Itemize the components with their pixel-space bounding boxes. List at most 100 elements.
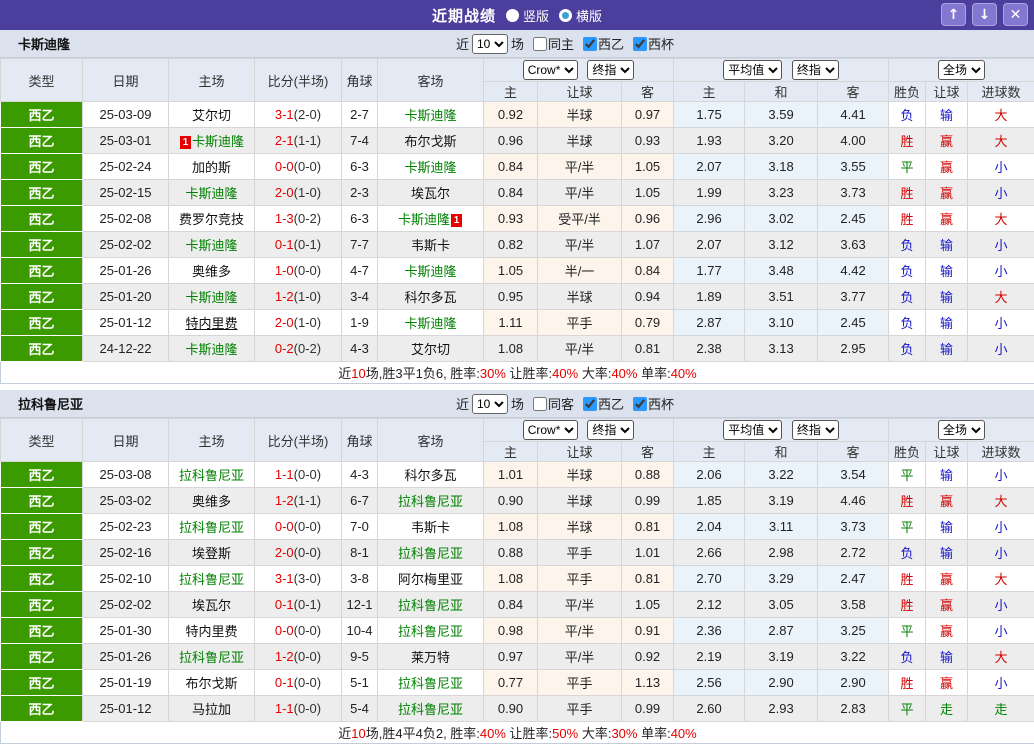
layout-radio-horizontal[interactable]: 横版	[559, 6, 602, 25]
score-cell: 2-0(1-0)	[255, 180, 342, 206]
match-count-select[interactable]: 10	[472, 34, 508, 54]
euro-odds-source-select[interactable]: 平均值	[723, 60, 782, 80]
page-title: 近期战绩	[432, 5, 496, 26]
away-team-name[interactable]: 卡斯迪隆	[404, 108, 456, 123]
match-row: 西乙25-02-10拉科鲁尼亚3-1(3-0)3-8阿尔梅里亚1.08平手0.8…	[1, 566, 1034, 592]
handicap-result-cell: 输	[926, 644, 968, 670]
matches-body: 西乙25-03-08拉科鲁尼亚1-1(0-0)4-3科尔多瓦1.01半球0.88…	[1, 462, 1034, 722]
same-venue-option[interactable]: 同主	[527, 34, 574, 53]
goals-result-cell: 大	[968, 488, 1034, 514]
cup-option[interactable]: 西杯	[627, 34, 674, 53]
euro-draw-odds-cell: 3.48	[745, 258, 818, 284]
asian-odds-time-select[interactable]: 终指	[587, 420, 634, 440]
cup-checkbox[interactable]	[633, 397, 647, 411]
away-team-name[interactable]: 布尔戈斯	[404, 134, 456, 149]
league-option[interactable]: 西乙	[577, 34, 624, 53]
scope-select[interactable]: 全场	[938, 60, 985, 80]
date-cell: 25-02-02	[83, 232, 169, 258]
same-venue-option[interactable]: 同客	[527, 394, 574, 413]
same-venue-checkbox[interactable]	[533, 37, 547, 51]
euro-home-odds-cell: 1.85	[674, 488, 745, 514]
away-team-name[interactable]: 艾尔切	[411, 342, 450, 357]
away-team-name[interactable]: 拉科鲁尼亚	[398, 702, 463, 717]
goals-result-cell: 走	[968, 696, 1034, 722]
away-team-name[interactable]: 莱万特	[411, 650, 450, 665]
match-row: 西乙25-03-09艾尔切3-1(2-0)2-7卡斯迪隆0.92半球0.971.…	[1, 102, 1034, 128]
home-team-name[interactable]: 奥维多	[192, 494, 231, 509]
handicap-result-cell: 赢	[926, 206, 968, 232]
cup-checkbox[interactable]	[633, 37, 647, 51]
halftime-score: (1-0)	[294, 315, 321, 330]
away-team-cell: 卡斯迪隆1	[378, 206, 484, 232]
home-team-name[interactable]: 特内里费	[185, 316, 237, 331]
odds-company-select[interactable]: Crow*	[523, 60, 578, 80]
col-date: 日期	[83, 419, 169, 462]
away-team-name[interactable]: 科尔多瓦	[404, 468, 456, 483]
home-team-name[interactable]: 卡斯迪隆	[185, 186, 237, 201]
league-cell: 西乙	[1, 206, 83, 232]
home-team-name[interactable]: 埃登斯	[192, 546, 231, 561]
away-team-name[interactable]: 拉科鲁尼亚	[398, 598, 463, 613]
home-team-name[interactable]: 马拉加	[192, 702, 231, 717]
league-checkbox[interactable]	[583, 37, 597, 51]
match-count-select[interactable]: 10	[472, 394, 508, 414]
same-venue-checkbox[interactable]	[533, 397, 547, 411]
away-team-name[interactable]: 卡斯迪隆	[404, 264, 456, 279]
cup-option[interactable]: 西杯	[627, 394, 674, 413]
home-team-cell: 奥维多	[169, 488, 255, 514]
away-team-name[interactable]: 拉科鲁尼亚	[398, 494, 463, 509]
away-team-name[interactable]: 埃瓦尔	[411, 186, 450, 201]
euro-odds-time-select[interactable]: 终指	[792, 60, 839, 80]
home-team-name[interactable]: 拉科鲁尼亚	[179, 572, 244, 587]
odds-company-select[interactable]: Crow*	[523, 420, 578, 440]
home-team-name[interactable]: 拉科鲁尼亚	[179, 468, 244, 483]
games-label: 场	[511, 394, 524, 413]
away-team-name[interactable]: 拉科鲁尼亚	[398, 546, 463, 561]
home-team-name[interactable]: 卡斯迪隆	[192, 134, 244, 149]
corner-cell: 5-1	[342, 670, 378, 696]
home-team-cell: 埃登斯	[169, 540, 255, 566]
home-team-cell: 马拉加	[169, 696, 255, 722]
home-team-name[interactable]: 拉科鲁尼亚	[179, 520, 244, 535]
home-team-name[interactable]: 布尔戈斯	[185, 676, 237, 691]
away-team-name[interactable]: 科尔多瓦	[404, 290, 456, 305]
home-team-name[interactable]: 艾尔切	[192, 108, 231, 123]
away-team-name[interactable]: 卡斯迪隆	[404, 160, 456, 175]
home-team-name[interactable]: 卡斯迪隆	[185, 290, 237, 305]
away-team-name[interactable]: 拉科鲁尼亚	[398, 676, 463, 691]
euro-draw-odds-cell: 3.19	[745, 488, 818, 514]
halftime-score: (0-0)	[294, 701, 321, 716]
move-up-button[interactable]: ↑	[941, 3, 966, 26]
home-team-name[interactable]: 卡斯迪隆	[185, 238, 237, 253]
asian-odds-time-select[interactable]: 终指	[587, 60, 634, 80]
away-team-name[interactable]: 韦斯卡	[411, 520, 450, 535]
close-button[interactable]: ✕	[1003, 3, 1028, 26]
away-team-name[interactable]: 卡斯迪隆	[398, 212, 450, 227]
corner-cell: 12-1	[342, 592, 378, 618]
asian-handicap-cell: 平/半	[538, 644, 622, 670]
home-team-name[interactable]: 费罗尔竞技	[179, 212, 244, 227]
euro-odds-time-select[interactable]: 终指	[792, 420, 839, 440]
away-team-name[interactable]: 韦斯卡	[411, 238, 450, 253]
home-team-name[interactable]: 拉科鲁尼亚	[179, 650, 244, 665]
score-cell: 0-2(0-2)	[255, 336, 342, 362]
move-down-button[interactable]: ↓	[972, 3, 997, 26]
home-team-name[interactable]: 加的斯	[192, 160, 231, 175]
layout-radio-vertical[interactable]: 竖版	[506, 6, 549, 25]
home-team-name[interactable]: 奥维多	[192, 264, 231, 279]
league-option[interactable]: 西乙	[577, 394, 624, 413]
goals-result-cell: 大	[968, 206, 1034, 232]
euro-odds-source-select[interactable]: 平均值	[723, 420, 782, 440]
away-team-name[interactable]: 拉科鲁尼亚	[398, 624, 463, 639]
home-team-name[interactable]: 特内里费	[185, 624, 237, 639]
asian-home-odds-cell: 0.96	[484, 128, 538, 154]
home-team-name[interactable]: 埃瓦尔	[192, 598, 231, 613]
home-team-cell: 埃瓦尔	[169, 592, 255, 618]
home-team-name[interactable]: 卡斯迪隆	[185, 342, 237, 357]
away-team-name[interactable]: 卡斯迪隆	[404, 316, 456, 331]
asian-away-odds-cell: 0.81	[622, 514, 674, 540]
scope-select[interactable]: 全场	[938, 420, 985, 440]
league-checkbox[interactable]	[583, 397, 597, 411]
winlose-result-cell: 负	[889, 336, 926, 362]
away-team-name[interactable]: 阿尔梅里亚	[398, 572, 463, 587]
